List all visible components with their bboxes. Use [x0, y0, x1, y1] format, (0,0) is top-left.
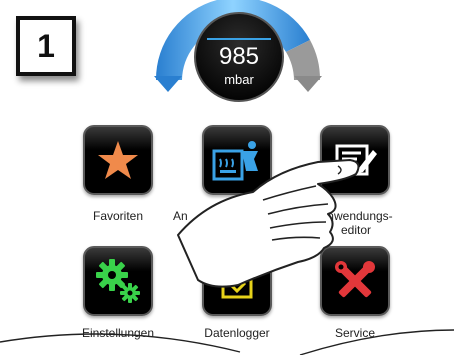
settings-gears-icon [96, 259, 140, 303]
pressure-unit: mbar [224, 72, 254, 87]
star-icon [98, 141, 138, 179]
pressure-value: 985 [218, 43, 260, 70]
step-number-badge: 1 [16, 16, 76, 76]
tile-favorites-label: Favoriten [92, 209, 144, 223]
tile-favorites[interactable] [83, 125, 153, 195]
bottom-decorative-curves [0, 329, 454, 355]
pointing-hand-icon [177, 159, 360, 288]
screen-frame: 1 985 mbar Favoriten An Anwendungs- edit… [0, 0, 454, 355]
